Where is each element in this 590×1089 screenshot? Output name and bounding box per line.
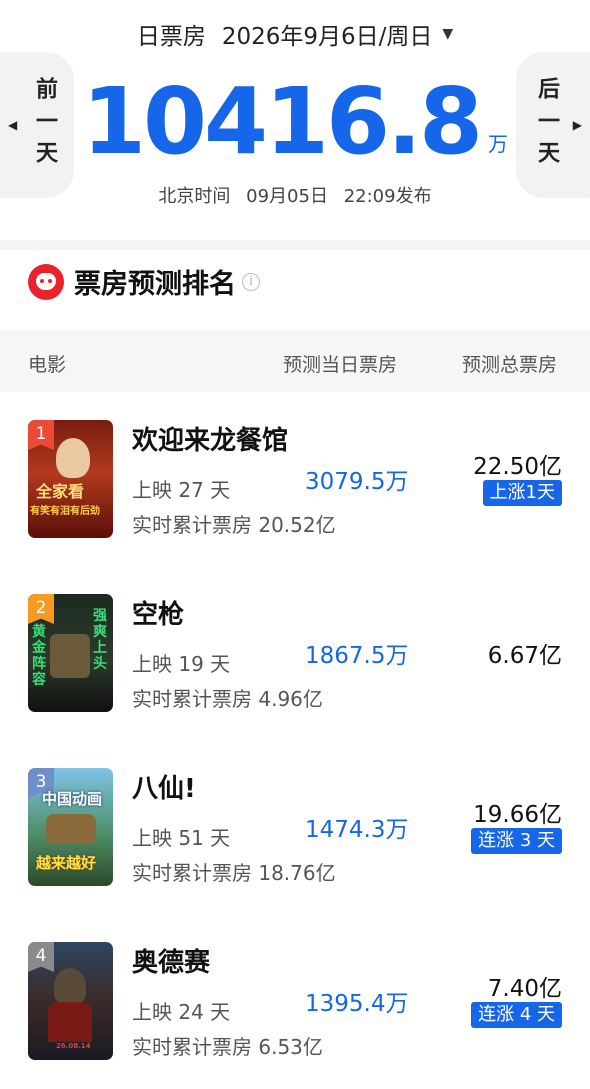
poster-figure <box>56 438 90 478</box>
poster-subtitle: 越来越好 <box>36 854 97 872</box>
poster-slogan: 中国动画 <box>42 790 103 808</box>
release-days: 上映 19 天 <box>132 652 231 676</box>
movie-title[interactable]: 八仙! <box>132 768 196 805</box>
poster-subtitle: 强爽上头 <box>93 608 107 672</box>
movie-poster[interactable]: 4 26.08.14 <box>28 942 113 1060</box>
poster-figure <box>54 968 86 1004</box>
total-box-office-unit: 万 <box>488 132 509 156</box>
dropdown-caret-icon[interactable]: ▼ <box>442 26 453 42</box>
movie-row[interactable]: 4 26.08.14 奥德赛 上映 24 天 实时累计票房 6.53亿 1395… <box>0 914 590 1089</box>
poster-subtitle: 有笑有泪有后劲 <box>30 506 100 517</box>
trend-badge: 连涨 4 天 <box>471 1002 562 1028</box>
poster-figures <box>50 634 90 678</box>
movie-row[interactable]: 3 中国动画 越来越好 八仙! 上映 51 天 实时累计票房 18.76亿 14… <box>0 740 590 915</box>
movie-row[interactable]: 1 全家看 有笑有泪有后劲 欢迎来龙餐馆 上映 27 天 实时累计票房 20.5… <box>0 392 590 567</box>
publish-clock: 22:09发布 <box>343 186 432 207</box>
forecast-day-box-office: 1395.4万 <box>305 991 409 1017</box>
movie-title[interactable]: 奥德赛 <box>132 942 210 979</box>
movie-title[interactable]: 欢迎来龙餐馆 <box>132 420 288 457</box>
cumulative-box-office: 实时累计票房 18.76亿 <box>132 861 336 885</box>
forecast-total-box-office: 7.40亿 <box>487 976 562 1002</box>
section-divider <box>0 240 590 250</box>
movie-poster[interactable]: 1 全家看 有笑有泪有后劲 <box>28 420 113 538</box>
forecast-day-box-office: 1474.3万 <box>305 817 409 843</box>
column-day-forecast[interactable]: 预测当日票房 <box>283 350 397 377</box>
poster-figure-body <box>48 1002 92 1042</box>
movie-poster[interactable]: 2 黄金阵容 强爽上头 <box>28 594 113 712</box>
publish-date: 09月05日 <box>246 186 328 207</box>
poster-slogan: 黄金阵容 <box>32 624 46 688</box>
movie-row[interactable]: 2 黄金阵容 强爽上头 空枪 上映 19 天 实时累计票房 4.96亿 1867… <box>0 566 590 741</box>
rank-badge: 4 <box>28 942 54 972</box>
column-movie: 电影 <box>28 354 67 376</box>
release-days: 上映 24 天 <box>132 1000 231 1024</box>
cumulative-box-office: 实时累计票房 20.52亿 <box>132 513 336 537</box>
forecast-total-box-office: 19.66亿 <box>473 802 562 828</box>
forecast-day-box-office: 1867.5万 <box>305 643 409 669</box>
forecast-section-header: 票房预测排名 i <box>28 262 260 301</box>
maoyan-cat-logo-icon <box>28 263 64 300</box>
forecast-total-box-office: 22.50亿 <box>473 454 562 480</box>
box-office-summary: 日票房 2026年9月6日/周日 ▼ ◀ 前一天 ▶ 后一天 10416.8 万 … <box>0 0 590 240</box>
release-days: 上映 27 天 <box>132 478 231 502</box>
cumulative-box-office: 实时累计票房 4.96亿 <box>132 687 323 711</box>
movie-title[interactable]: 空枪 <box>132 594 184 631</box>
total-box-office-value: 10416.8 <box>81 68 483 175</box>
cumulative-box-office: 实时累计票房 6.53亿 <box>132 1035 323 1059</box>
date-selector[interactable]: 日票房 2026年9月6日/周日 ▼ <box>0 17 590 51</box>
trend-badge: 上涨1天 <box>482 480 562 506</box>
publish-prefix: 北京时间 <box>158 186 231 207</box>
section-title: 票房预测排名 <box>74 269 236 300</box>
forecast-total-box-office: 6.67亿 <box>487 643 562 669</box>
info-icon[interactable]: i <box>242 272 260 291</box>
daily-box-office-label: 日票房 <box>136 24 206 50</box>
poster-date: 26.08.14 <box>56 1042 91 1050</box>
publish-time: 北京时间 09月05日 22:09发布 <box>0 182 590 208</box>
table-header: 电影 预测当日票房 预测总票房 <box>0 330 590 392</box>
poster-slogan: 全家看 <box>36 482 85 501</box>
trend-badge: 连涨 3 天 <box>471 828 562 854</box>
rank-badge: 2 <box>28 594 54 624</box>
forecast-day-box-office: 3079.5万 <box>305 469 409 495</box>
selected-date[interactable]: 2026年9月6日/周日 <box>222 17 433 51</box>
total-box-office: 10416.8 万 <box>0 72 590 194</box>
column-total-forecast[interactable]: 预测总票房 <box>462 350 557 377</box>
rank-badge: 1 <box>28 420 54 450</box>
movie-poster[interactable]: 3 中国动画 越来越好 <box>28 768 113 886</box>
release-days: 上映 51 天 <box>132 826 231 850</box>
poster-figures <box>46 814 96 844</box>
